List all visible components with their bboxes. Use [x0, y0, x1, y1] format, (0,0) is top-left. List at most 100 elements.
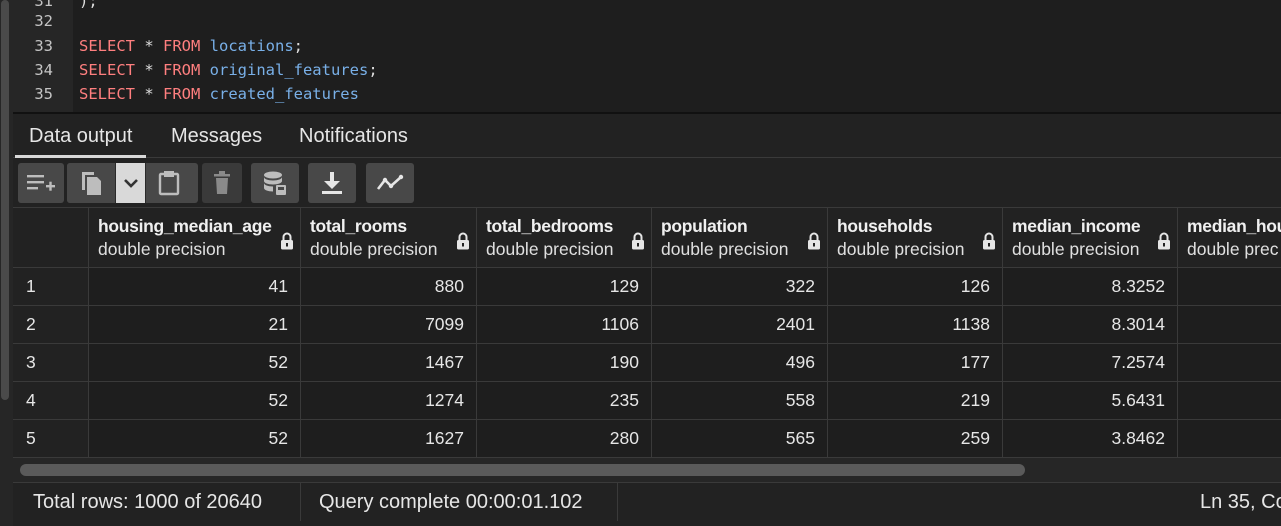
table-cell[interactable]: 1274: [301, 382, 477, 420]
tab-messages[interactable]: Messages: [157, 114, 276, 158]
row-number[interactable]: 1: [13, 268, 89, 306]
add-row-button[interactable]: [18, 163, 64, 203]
table-cell[interactable]: 2401: [652, 306, 828, 344]
table-cell[interactable]: 1627: [301, 420, 477, 458]
line-number: 34: [34, 61, 53, 79]
table-cell[interactable]: 280: [477, 420, 652, 458]
copy-button[interactable]: [67, 163, 115, 203]
horizontal-scrollbar[interactable]: [13, 458, 1281, 482]
data-grid[interactable]: housing_median_age double precision tota…: [13, 208, 1281, 458]
table-cell[interactable]: 1106: [477, 306, 652, 344]
column-name: total_bedrooms: [486, 216, 614, 236]
chevron-down-icon: [123, 179, 138, 188]
table-cell[interactable]: 219: [828, 382, 1003, 420]
table-row[interactable]: 2 21 7099 1106 2401 1138 8.3014: [13, 306, 1281, 344]
table-name: locations: [200, 37, 294, 55]
column-header-median-income[interactable]: median_income double precision: [1003, 208, 1178, 268]
table-cell[interactable]: 558: [652, 382, 828, 420]
data-toolbar: [13, 158, 1281, 208]
delete-button[interactable]: [202, 163, 242, 203]
table-cell[interactable]: 322: [652, 268, 828, 306]
table-cell[interactable]: 7099: [301, 306, 477, 344]
table-cell[interactable]: 52: [89, 420, 301, 458]
table-row[interactable]: 4 52 1274 235 558 219 5.6431: [13, 382, 1281, 420]
table-name: created_features: [200, 85, 359, 103]
table-cell[interactable]: 126: [828, 268, 1003, 306]
row-number-header[interactable]: [13, 208, 89, 268]
line-number: 32: [34, 12, 53, 30]
code-star: *: [135, 85, 163, 103]
column-name: households: [837, 216, 933, 236]
table-cell[interactable]: 8.3252: [1003, 268, 1178, 306]
keyword-select: SELECT: [79, 61, 135, 79]
keyword-from: FROM: [163, 37, 201, 55]
table-cell[interactable]: 259: [828, 420, 1003, 458]
column-name: population: [661, 216, 748, 236]
row-number[interactable]: 3: [13, 344, 89, 382]
column-name: median_hou: [1187, 216, 1281, 236]
status-bar: Total rows: 1000 of 20640 Query complete…: [13, 482, 1281, 526]
column-name: median_income: [1012, 216, 1141, 236]
column-header-total-bedrooms[interactable]: total_bedrooms double precision: [477, 208, 652, 268]
add-row-icon: [27, 175, 55, 191]
table-cell[interactable]: 52: [89, 382, 301, 420]
column-header-population[interactable]: population double precision: [652, 208, 828, 268]
row-number[interactable]: 4: [13, 382, 89, 420]
tab-notifications[interactable]: Notifications: [285, 114, 422, 158]
table-cell[interactable]: 7.2574: [1003, 344, 1178, 382]
query-editor[interactable]: 31 ); 32 33 SELECT * FROM locations; 34 …: [13, 0, 1281, 112]
column-header-median-house-value[interactable]: median_hou double prec: [1178, 208, 1281, 268]
column-header-total-rooms[interactable]: total_rooms double precision: [301, 208, 477, 268]
table-cell[interactable]: 235: [477, 382, 652, 420]
table-cell[interactable]: 1138: [828, 306, 1003, 344]
graph-visualiser-icon: [376, 174, 404, 190]
paste-button[interactable]: [146, 163, 192, 203]
table-cell[interactable]: [1178, 382, 1281, 420]
download-button[interactable]: [308, 163, 356, 203]
save-data-changes-button[interactable]: [251, 163, 299, 203]
table-cell[interactable]: [1178, 306, 1281, 344]
table-cell[interactable]: 21: [89, 306, 301, 344]
table-row[interactable]: 5 52 1627 280 565 259 3.8462: [13, 420, 1281, 458]
line-number: 33: [34, 37, 53, 55]
keyword-select: SELECT: [79, 85, 135, 103]
paste-icon: [158, 171, 180, 196]
tab-data-output[interactable]: Data output: [15, 114, 147, 158]
table-row[interactable]: 1 41 880 129 322 126 8.3252: [13, 268, 1281, 306]
table-cell[interactable]: 190: [477, 344, 652, 382]
results-tab-bar: Data output Messages Notifications: [13, 112, 1281, 158]
table-row[interactable]: 3 52 1467 190 496 177 7.2574: [13, 344, 1281, 382]
table-cell[interactable]: 41: [89, 268, 301, 306]
table-cell[interactable]: 129: [477, 268, 652, 306]
row-number[interactable]: 2: [13, 306, 89, 344]
table-cell[interactable]: [1178, 420, 1281, 458]
graph-visualiser-button[interactable]: [366, 163, 414, 203]
table-cell[interactable]: 1467: [301, 344, 477, 382]
column-name: total_rooms: [310, 216, 407, 236]
lock-icon: [281, 232, 293, 250]
table-cell[interactable]: [1178, 344, 1281, 382]
copy-paste-group: [67, 163, 198, 203]
column-type: double prec: [1187, 239, 1279, 259]
copy-options-dropdown[interactable]: [116, 163, 145, 203]
left-edge-scrollbar[interactable]: [0, 0, 13, 526]
table-cell[interactable]: 5.6431: [1003, 382, 1178, 420]
left-scroll-thumb[interactable]: [1, 0, 9, 400]
table-cell[interactable]: 8.3014: [1003, 306, 1178, 344]
table-cell[interactable]: 496: [652, 344, 828, 382]
column-header-households[interactable]: households double precision: [828, 208, 1003, 268]
column-header-housing-median-age[interactable]: housing_median_age double precision: [89, 208, 301, 268]
table-cell[interactable]: 52: [89, 344, 301, 382]
lock-icon: [1158, 232, 1170, 250]
row-number[interactable]: 5: [13, 420, 89, 458]
column-type: double precision: [837, 239, 965, 259]
keyword-select: SELECT: [79, 37, 135, 55]
table-cell[interactable]: [1178, 268, 1281, 306]
horizontal-scroll-thumb[interactable]: [20, 464, 1025, 476]
table-cell[interactable]: 565: [652, 420, 828, 458]
table-cell[interactable]: 880: [301, 268, 477, 306]
table-cell[interactable]: 3.8462: [1003, 420, 1178, 458]
table-cell[interactable]: 177: [828, 344, 1003, 382]
code-punctuation: ;: [293, 37, 303, 55]
delete-icon: [214, 171, 230, 194]
